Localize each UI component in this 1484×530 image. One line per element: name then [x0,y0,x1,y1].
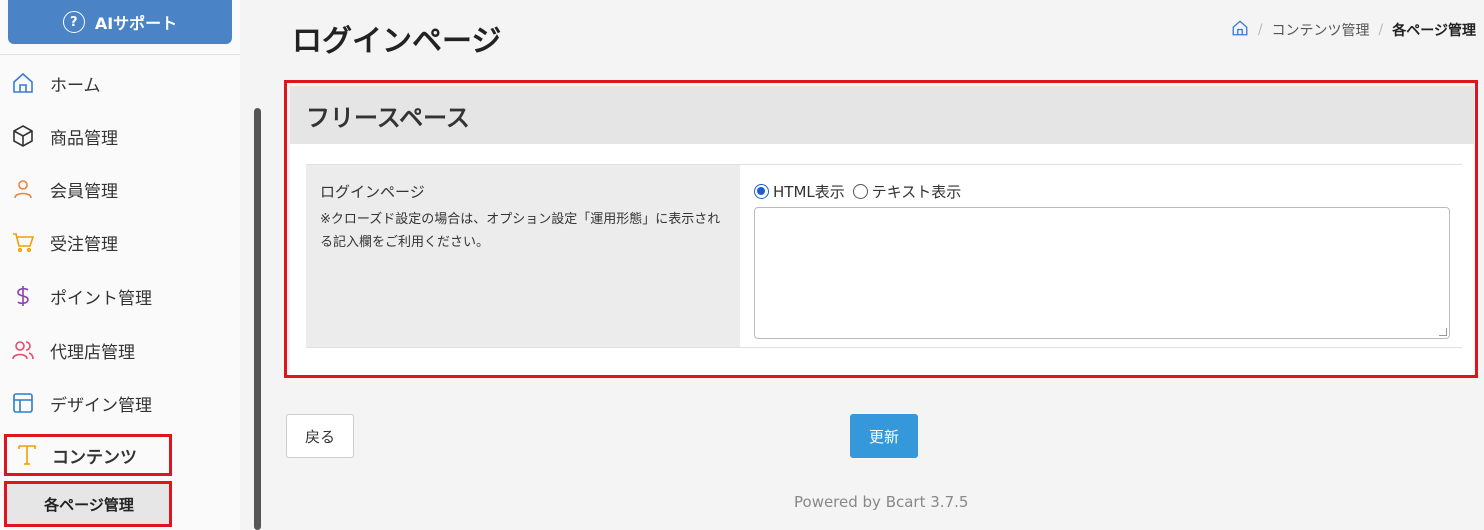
sidebar-item-label: 代理店管理 [50,342,135,363]
sidebar-item-products[interactable]: 商品管理 [8,116,228,156]
sidebar: ? AIサポート ホーム 商品管理 会員管理 受注管理 ポイント管理 代理店管理… [0,0,240,530]
sidebar-item-label: コンテンツ [52,447,137,468]
ai-support-label: AIサポート [94,14,178,33]
layout-icon [10,390,36,416]
ai-support-button[interactable]: ? AIサポート [8,0,232,44]
breadcrumb-separator: / [1257,22,1263,38]
home-icon [10,70,36,96]
sidebar-item-agents[interactable]: 代理店管理 [8,330,228,370]
back-button[interactable]: 戻る [286,414,354,458]
sidebar-item-label: 受注管理 [50,234,118,255]
update-button[interactable]: 更新 [850,414,918,458]
sidebar-item-label: 会員管理 [50,181,118,202]
subitem-highlight [4,481,172,527]
cart-icon [10,229,36,255]
sidebar-divider [0,54,240,55]
users-icon [10,337,36,363]
sidebar-item-points[interactable]: ポイント管理 [8,276,228,316]
breadcrumb-current: 各ページ管理 [1392,23,1476,39]
sidebar-item-contents[interactable]: コンテンツ [12,436,168,474]
sidebar-item-label: ポイント管理 [50,288,152,309]
breadcrumb: / コンテンツ管理 / 各ページ管理 [1231,19,1476,41]
sidebar-item-label: デザイン管理 [50,395,152,416]
sidebar-scrollbar-thumb[interactable] [254,108,261,530]
sidebar-item-home[interactable]: ホーム [8,63,228,103]
sidebar-item-label: 商品管理 [50,128,118,149]
user-icon [10,176,36,202]
breadcrumb-item[interactable]: コンテンツ管理 [1272,20,1370,40]
footer-text: Powered by Bcart 3.7.5 [794,493,969,511]
page-title: ログインページ [292,24,502,59]
sidebar-item-design[interactable]: デザイン管理 [8,383,228,423]
dollar-icon [10,283,36,309]
home-icon[interactable] [1231,19,1249,41]
sidebar-item-members[interactable]: 会員管理 [8,169,228,209]
app-root: ? AIサポート ホーム 商品管理 会員管理 受注管理 ポイント管理 代理店管理… [0,0,1484,530]
panel-highlight [284,80,1478,378]
sidebar-item-orders[interactable]: 受注管理 [8,222,228,262]
breadcrumb-separator: / [1378,22,1384,38]
sidebar-item-label: ホーム [50,75,101,96]
text-icon [14,442,40,468]
question-circle-icon: ? [62,11,85,33]
box-icon [10,123,36,149]
